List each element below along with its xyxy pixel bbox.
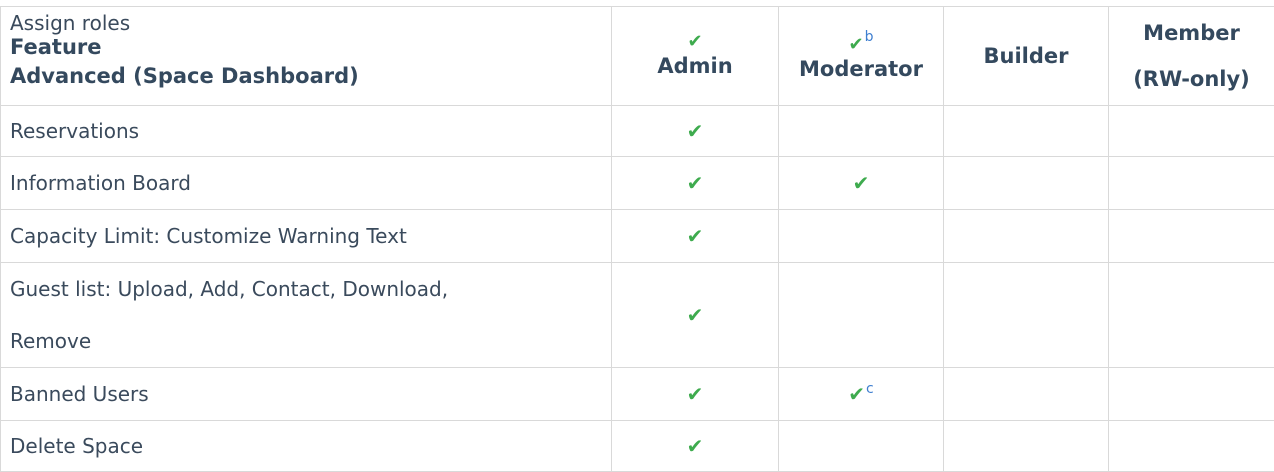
builder-cell [944, 157, 1109, 210]
table-row: Information Board ✔ ✔ [1, 157, 1274, 210]
builder-column-header: Builder [944, 7, 1109, 106]
builder-cell [944, 368, 1109, 421]
check-icon: ✔ [687, 171, 704, 195]
member-cell [1109, 263, 1274, 368]
admin-column-label: Admin [657, 54, 732, 78]
member-cell [1109, 157, 1274, 210]
builder-cell [944, 106, 1109, 157]
admin-cell: ✔ [612, 368, 779, 421]
check-icon: ✔ [853, 171, 870, 195]
feature-cell: Guest list: Upload, Add, Contact, Downlo… [1, 263, 612, 368]
moderator-cell [779, 106, 944, 157]
admin-header-check-icon: ✔ [612, 32, 778, 52]
check-icon: ✔ [687, 303, 704, 327]
footnote-b-link[interactable]: b [865, 29, 874, 45]
builder-column-label: Builder [984, 44, 1069, 68]
feature-cell: Banned Users [1, 368, 612, 421]
feature-cell-line: Guest list: Upload, Add, Contact, Downlo… [10, 263, 611, 315]
table-row: Capacity Limit: Customize Warning Text ✔ [1, 210, 1274, 263]
moderator-column-label: Moderator [799, 57, 923, 81]
admin-cell: ✔ [612, 157, 779, 210]
table-header-row: Assign roles Feature Advanced (Space Das… [1, 7, 1274, 106]
admin-column-header: ✔ Admin [612, 7, 779, 106]
table-row: Banned Users ✔ ✔c [1, 368, 1274, 421]
table-row: Guest list: Upload, Add, Contact, Downlo… [1, 263, 1274, 368]
feature-cell: Reservations [1, 106, 612, 157]
table-row: Reservations ✔ [1, 106, 1274, 157]
builder-cell [944, 210, 1109, 263]
section-title: Advanced (Space Dashboard) [10, 59, 611, 93]
feature-cell: Capacity Limit: Customize Warning Text [1, 210, 612, 263]
admin-cell: ✔ [612, 210, 779, 263]
builder-cell [944, 263, 1109, 368]
moderator-header-check-icon: ✔b [779, 29, 943, 55]
member-cell [1109, 106, 1274, 157]
feature-header-cell: Assign roles Feature Advanced (Space Das… [1, 7, 612, 106]
check-icon: ✔ [687, 119, 704, 143]
member-column-header: Member (RW-only) [1109, 7, 1274, 106]
roles-table: Assign roles Feature Advanced (Space Das… [0, 6, 1274, 472]
moderator-column-header: ✔b Moderator [779, 7, 944, 106]
feature-cell-line: Remove [10, 315, 611, 367]
member-column-label: Member [1109, 10, 1274, 56]
feature-cell: Information Board [1, 157, 612, 210]
moderator-cell: ✔ [779, 157, 944, 210]
feature-column-title: Feature [10, 35, 611, 59]
member-column-sublabel: (RW-only) [1109, 56, 1274, 102]
moderator-cell: ✔c [779, 368, 944, 421]
check-icon: ✔ [687, 434, 704, 458]
check-icon: ✔ [687, 382, 704, 406]
moderator-cell [779, 210, 944, 263]
check-icon: ✔ [687, 224, 704, 248]
check-icon: ✔ [848, 382, 865, 406]
member-cell [1109, 210, 1274, 263]
admin-cell: ✔ [612, 106, 779, 157]
moderator-header-check: ✔ [849, 34, 864, 55]
footnote-c-link[interactable]: c [866, 381, 874, 397]
admin-cell: ✔ [612, 263, 779, 368]
member-cell [1109, 368, 1274, 421]
moderator-cell [779, 263, 944, 368]
assign-roles-label: Assign roles [10, 11, 611, 35]
